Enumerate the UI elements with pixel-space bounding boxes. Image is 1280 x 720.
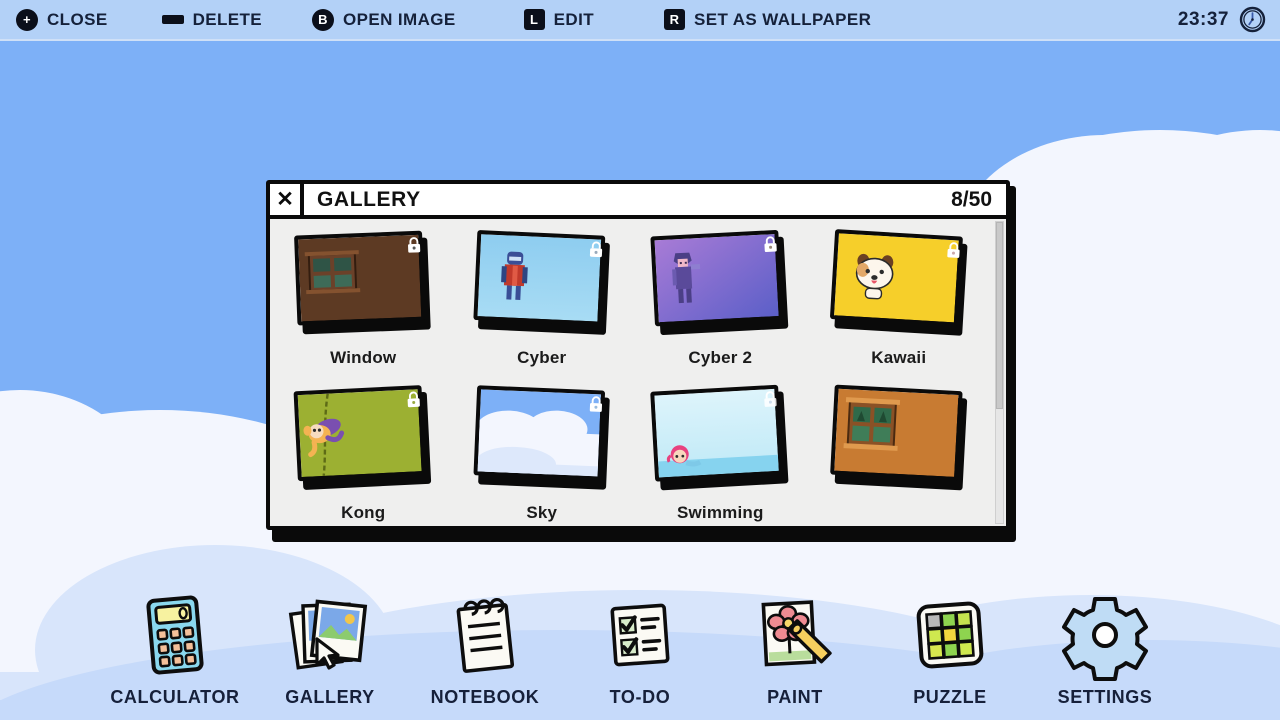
dock-item-notebook[interactable]: NOTEBOOK <box>408 591 563 708</box>
paint-icon <box>749 591 841 679</box>
settings-icon <box>1059 591 1151 681</box>
topbar-action-delete-label: DELETE <box>192 9 263 29</box>
lock-icon <box>406 390 422 409</box>
window-item-count: 8/50 <box>951 187 992 211</box>
lock-icon <box>763 235 779 254</box>
dock-label-todo: TO-DO <box>609 687 671 707</box>
plus-icon: + <box>16 8 38 31</box>
topbar-action-delete[interactable]: DELETE <box>108 0 262 39</box>
clock-text: 23:37 <box>1177 8 1229 30</box>
dock-label-puzzle: PUZZLE <box>913 687 987 707</box>
window-titlebar: ✕ GALLERY 8/50 <box>270 184 1006 219</box>
topbar-action-open-image-label: OPEN IMAGE <box>343 9 456 29</box>
dock-item-settings[interactable]: SETTINGS <box>1028 591 1183 708</box>
dock-item-calculator[interactable]: CALCULATOR <box>98 591 253 708</box>
lock-icon <box>763 390 779 409</box>
thumbnail-art-window-wall-light <box>829 384 963 482</box>
window-title: GALLERY <box>317 187 421 211</box>
minus-icon <box>161 15 184 24</box>
top-action-bar: + CLOSE DELETE B OPEN IMAGE L EDIT R SET… <box>0 0 1280 41</box>
topbar-action-set-as-wallpaper-label: SET AS WALLPAPER <box>693 9 872 29</box>
gallery-item-sky[interactable]: Sky <box>453 384 632 526</box>
lock-icon <box>588 395 604 414</box>
vertical-scrollbar[interactable] <box>995 221 1004 524</box>
button-l-icon: L <box>523 9 545 30</box>
gallery-item-window-light[interactable] <box>810 384 989 526</box>
topbar-status-cluster: 23:37 <box>1178 6 1280 33</box>
thumbnail-art-sky-clouds <box>473 385 605 481</box>
thumbnail-grid: Window Cyber Cyber 2 Kawaii Kong Sky Swi… <box>270 219 992 526</box>
topbar-action-close-label: CLOSE <box>47 9 108 29</box>
gallery-item-label: Window <box>330 348 397 367</box>
scrollbar-thumb[interactable] <box>996 222 1003 409</box>
calculator-icon <box>129 591 221 679</box>
button-b-icon: B <box>312 8 335 31</box>
dock-label-gallery: GALLERY <box>285 687 375 707</box>
button-r-icon: R <box>663 9 685 30</box>
gallery-item-cyber-2[interactable]: Cyber 2 <box>631 229 810 384</box>
gallery-item-kong[interactable]: Kong <box>274 384 453 526</box>
gallery-item-label: Kong <box>341 503 386 522</box>
window-body: Window Cyber Cyber 2 Kawaii Kong Sky Swi… <box>270 219 1006 526</box>
gallery-item-window[interactable]: Window <box>274 229 453 384</box>
thumbnail-art-cyber-robot <box>473 230 606 326</box>
gallery-item-swimming[interactable]: Swimming <box>631 384 810 526</box>
dock-item-paint[interactable]: PAINT <box>718 591 873 708</box>
gallery-item-label: Cyber <box>517 348 567 367</box>
gallery-item-label: Sky <box>526 503 558 522</box>
puzzle-icon <box>904 591 996 679</box>
dock-label-calculator: CALCULATOR <box>110 687 240 707</box>
gallery-item-label: Kawaii <box>871 348 927 367</box>
window-frame: ✕ GALLERY 8/50 Window Cyber Cyber 2 Kawa… <box>266 180 1010 530</box>
dock-item-todo[interactable]: TO-DO <box>563 591 718 708</box>
thumbnail-art-kawaii-dog <box>829 229 963 327</box>
dock-label-paint: PAINT <box>767 687 823 707</box>
clock-icon <box>1239 6 1266 33</box>
gallery-item-kawaii[interactable]: Kawaii <box>810 229 989 384</box>
topbar-action-set-as-wallpaper[interactable]: R SET AS WALLPAPER <box>594 0 871 39</box>
gallery-item-label: Swimming <box>676 503 764 522</box>
gallery-item-cyber[interactable]: Cyber <box>453 229 632 384</box>
lock-icon <box>588 240 604 259</box>
topbar-action-edit[interactable]: L EDIT <box>456 0 594 39</box>
window-close-button[interactable]: ✕ <box>270 184 304 215</box>
gallery-icon <box>284 591 376 679</box>
lock-icon <box>945 241 961 260</box>
todo-icon <box>594 591 686 679</box>
dock-item-puzzle[interactable]: PUZZLE <box>873 591 1028 708</box>
lock-icon <box>406 236 422 255</box>
gallery-item-label: Cyber 2 <box>688 348 753 367</box>
notebook-icon <box>439 591 531 679</box>
gallery-window[interactable]: ✕ GALLERY 8/50 Window Cyber Cyber 2 Kawa… <box>266 180 1016 542</box>
dock-label-notebook: NOTEBOOK <box>430 687 540 707</box>
topbar-action-open-image[interactable]: B OPEN IMAGE <box>262 0 456 39</box>
topbar-action-close[interactable]: + CLOSE <box>0 0 108 39</box>
topbar-action-edit-label: EDIT <box>553 9 594 29</box>
app-dock: CALCULATOR GALLERY NOTEBOOK TO-DO PAINT … <box>0 558 1280 708</box>
dock-label-settings: SETTINGS <box>1057 687 1153 707</box>
dock-item-gallery[interactable]: GALLERY <box>253 591 408 708</box>
